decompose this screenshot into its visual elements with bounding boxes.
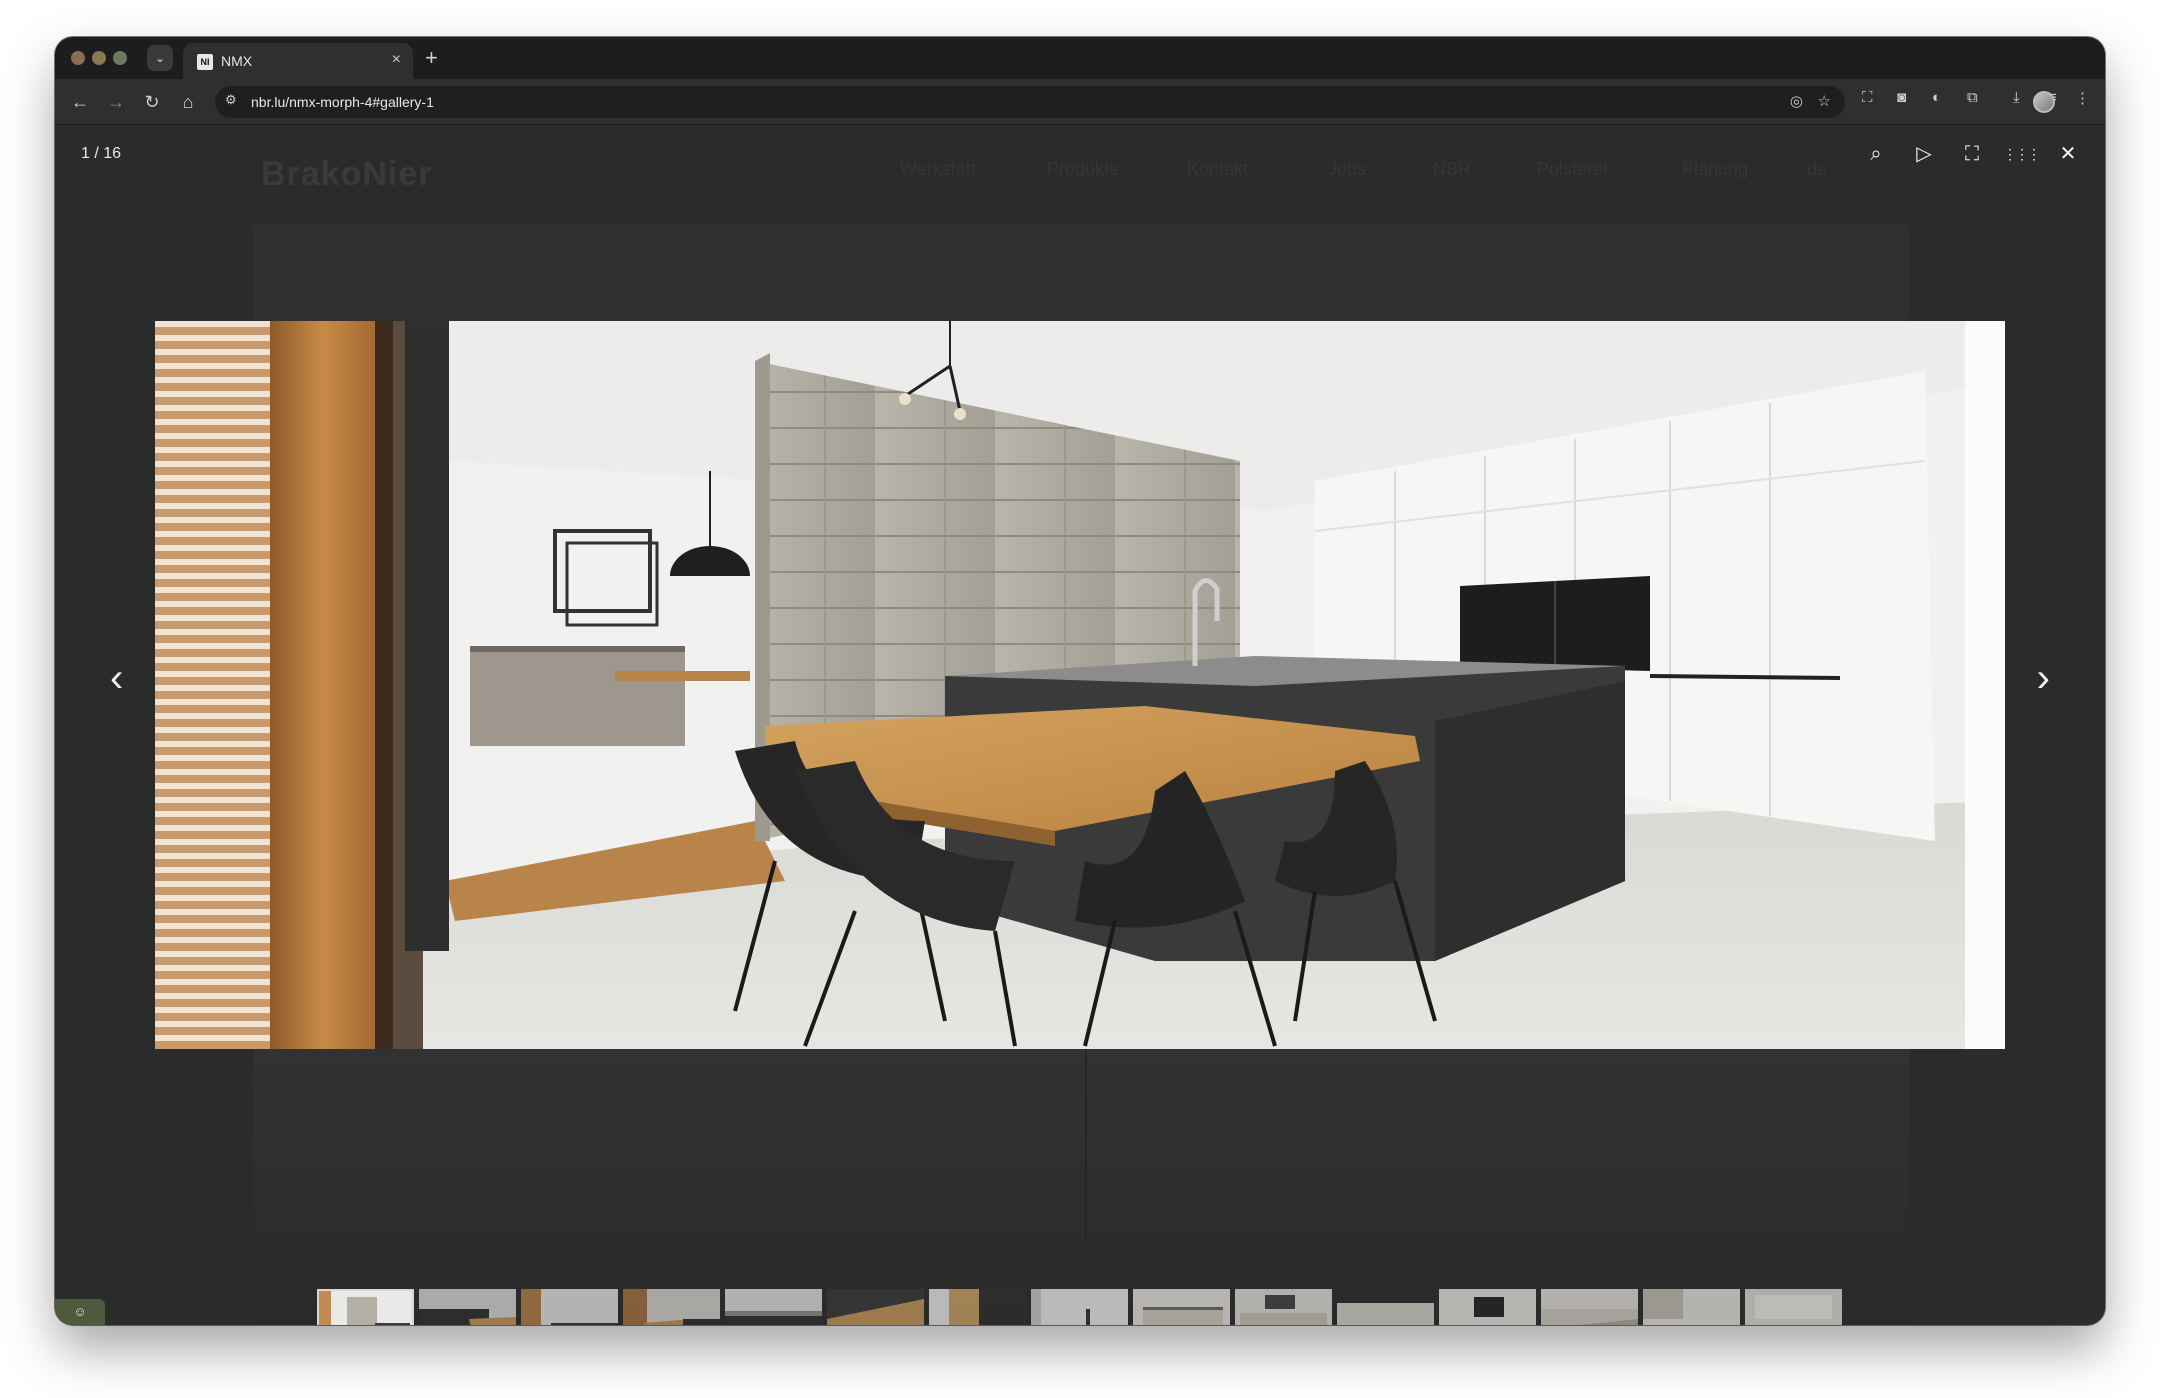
nav-jobs: Jobs: [1328, 159, 1367, 179]
lightbox-toolbar: ⌕ ▷ ⛶ ⋮⋮⋮ ✕: [1859, 137, 2085, 171]
thumbnail-10[interactable]: [1235, 1289, 1332, 1325]
contrast-icon[interactable]: ◐: [1932, 89, 1941, 106]
thumbnail-5[interactable]: [725, 1289, 822, 1325]
previous-image-arrow[interactable]: ‹: [110, 658, 123, 698]
thumbnail-13[interactable]: [1541, 1289, 1638, 1325]
nav-nbr: NBR: [1433, 159, 1472, 179]
next-image-arrow[interactable]: ›: [2037, 658, 2050, 698]
accessibility-badge-icon[interactable]: ☺: [55, 1299, 105, 1325]
back-arrow-icon[interactable]: ←: [67, 89, 93, 115]
nav-werkstatt: Werkstatt: [900, 159, 976, 179]
zoom-window-button[interactable]: [113, 51, 127, 65]
thumbnail-9[interactable]: [1133, 1289, 1230, 1325]
fullscreen-icon[interactable]: ⛶: [1955, 137, 1989, 171]
star-icon[interactable]: ☆: [1818, 92, 1831, 110]
profile-avatar[interactable]: [2033, 91, 2055, 113]
grid-icon[interactable]: ⋮⋮⋮: [2003, 137, 2041, 171]
minimize-window-button[interactable]: [92, 51, 106, 65]
tune-icon[interactable]: ⚙: [225, 92, 237, 108]
nav-polsterei: Polsterei: [1537, 159, 1608, 179]
thumbnail-12[interactable]: [1439, 1289, 1536, 1325]
address-bar[interactable]: ⚙ nbr.lu/nmx-morph-4#gallery-1 ◎ ☆: [215, 86, 1845, 118]
site-logo: BrakoNier: [261, 155, 433, 193]
thumbnail-7[interactable]: [929, 1289, 1026, 1325]
background-divider: [1085, 1045, 1087, 1245]
home-icon[interactable]: ⌂: [175, 89, 201, 115]
tab-strip: ⌄ NI NMX × +: [55, 37, 2105, 79]
url-text[interactable]: nbr.lu/nmx-morph-4#gallery-1: [251, 94, 434, 110]
tab-title: NMX: [221, 53, 253, 69]
close-window-button[interactable]: [71, 51, 85, 65]
thumbnail-8[interactable]: [1031, 1289, 1128, 1325]
thumbnail-15[interactable]: [1745, 1289, 1842, 1325]
extensions-icon[interactable]: ⧉: [1967, 89, 1978, 106]
thumbnail-1[interactable]: [317, 1289, 414, 1325]
kitchen-photo: [155, 321, 2005, 1049]
download-icon[interactable]: ⤓: [2013, 89, 2020, 106]
play-slideshow-icon[interactable]: ▷: [1907, 137, 1941, 171]
thumbnail-3[interactable]: [521, 1289, 618, 1325]
thumbnail-14[interactable]: [1643, 1289, 1740, 1325]
tab-search-button[interactable]: ⌄: [147, 45, 173, 71]
background-gallery-image-lower: [253, 1045, 1909, 1325]
menu-dots-icon[interactable]: ⋮: [2075, 89, 2090, 107]
nav-produkte: Produkte: [1047, 159, 1120, 179]
thumbnail-6[interactable]: [827, 1289, 924, 1325]
screenshot-icon[interactable]: ⛶: [1862, 89, 1873, 106]
image-counter: 1 / 16: [81, 145, 122, 162]
nav-language: de: [1807, 159, 1828, 179]
nav-kontakt: Kontakt: [1187, 159, 1249, 179]
thumbnail-4[interactable]: [623, 1289, 720, 1325]
close-lightbox-icon[interactable]: ✕: [2051, 137, 2085, 171]
zoom-icon[interactable]: ⌕: [1859, 137, 1893, 171]
eye-off-icon[interactable]: ◎: [1790, 92, 1803, 110]
gallery-main-image[interactable]: [155, 321, 2005, 1049]
nav-planung: Planung: [1682, 159, 1749, 179]
thumbnail-2[interactable]: [419, 1289, 516, 1325]
thumbnail-strip: [317, 1289, 1842, 1325]
tab-close-icon[interactable]: ×: [392, 51, 401, 69]
page-viewport: BrakoNier Werkstatt Produkte Kontakt Job…: [55, 125, 2105, 1325]
camera-icon[interactable]: ◙: [1897, 89, 1906, 106]
reload-icon[interactable]: ↻: [139, 89, 165, 115]
thumbnail-11[interactable]: [1337, 1289, 1434, 1325]
active-tab[interactable]: NI NMX ×: [183, 43, 413, 79]
browser-toolbar: ← → ↻ ⌂ ⚙ nbr.lu/nmx-morph-4#gallery-1 ◎…: [55, 79, 2105, 125]
new-tab-button[interactable]: +: [425, 45, 438, 71]
browser-window: ⌄ NI NMX × + ← → ↻ ⌂ ⚙ nbr.lu/nmx-morph-…: [55, 37, 2105, 1325]
forward-arrow-icon[interactable]: →: [103, 89, 129, 115]
favicon-icon: NI: [197, 54, 213, 70]
